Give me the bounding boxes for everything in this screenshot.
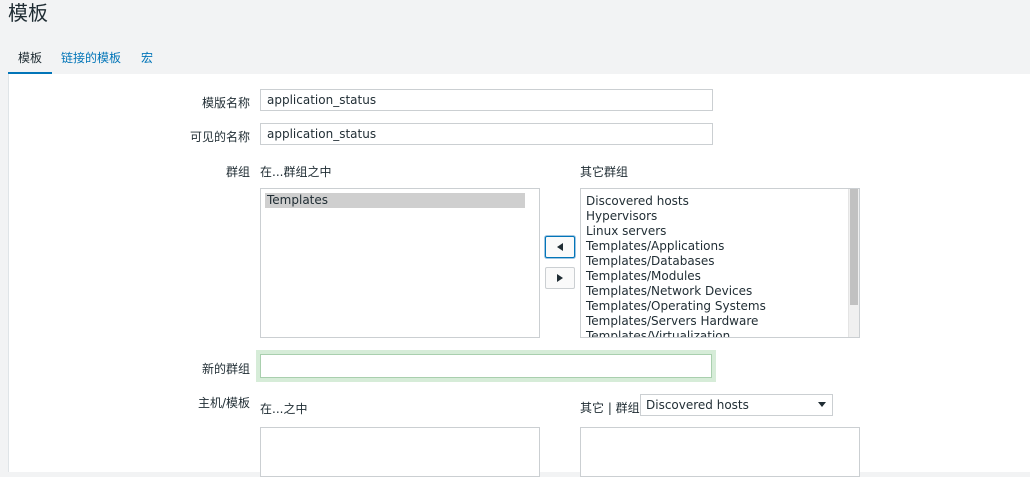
listbox-scrollbar[interactable] bbox=[848, 189, 859, 337]
list-item[interactable]: Templates/Network Devices bbox=[581, 284, 859, 299]
tabs-bar: 模板 链接的模板 宏 bbox=[8, 44, 1030, 75]
list-item[interactable]: Discovered hosts bbox=[581, 194, 859, 209]
scrollbar-thumb[interactable] bbox=[850, 189, 858, 305]
tab-template[interactable]: 模板 bbox=[8, 50, 53, 75]
list-item[interactable]: Linux servers bbox=[581, 224, 859, 239]
tab-macros[interactable]: 宏 bbox=[141, 50, 153, 72]
list-item[interactable]: Templates/Servers Hardware bbox=[581, 314, 859, 329]
hosts-other-group-label: 其它 | 群组 bbox=[580, 401, 640, 415]
list-item[interactable]: Templates/Modules bbox=[581, 269, 859, 284]
chevron-down-icon bbox=[818, 402, 826, 407]
list-item[interactable]: Templates/Virtualization bbox=[581, 329, 859, 337]
hosts-templates-label: 主机/模板 bbox=[197, 396, 250, 410]
move-right-button[interactable] bbox=[545, 267, 575, 289]
hosts-in-label: 在...之中 bbox=[260, 402, 308, 416]
in-groups-label: 在...群组之中 bbox=[260, 165, 332, 179]
other-groups-listbox[interactable]: Discovered hosts Hypervisors Linux serve… bbox=[580, 188, 860, 338]
list-item[interactable]: Hypervisors bbox=[581, 209, 859, 224]
new-group-field-highlight bbox=[256, 350, 716, 382]
list-item[interactable]: Templates/Applications bbox=[581, 239, 859, 254]
list-item[interactable]: Templates/Operating Systems bbox=[581, 299, 859, 314]
new-group-input[interactable] bbox=[260, 354, 712, 378]
group-select[interactable]: Discovered hosts bbox=[640, 394, 833, 416]
template-name-input[interactable] bbox=[260, 89, 713, 111]
in-groups-listbox[interactable]: Templates bbox=[260, 188, 540, 338]
new-group-label: 新的群组 bbox=[201, 362, 250, 376]
group-select-value: Discovered hosts bbox=[646, 398, 749, 412]
page-title: 模板 bbox=[8, 1, 48, 25]
other-groups-label: 其它群组 bbox=[580, 165, 629, 179]
visible-name-label: 可见的名称 bbox=[189, 130, 250, 144]
visible-name-input[interactable] bbox=[260, 123, 713, 145]
groups-label: 群组 bbox=[225, 165, 250, 179]
template-name-label: 模版名称 bbox=[201, 96, 250, 110]
list-item[interactable]: Templates/Databases bbox=[581, 254, 859, 269]
move-left-button[interactable] bbox=[545, 236, 575, 258]
hosts-other-listbox[interactable] bbox=[580, 427, 860, 477]
hosts-in-listbox[interactable] bbox=[260, 427, 540, 477]
arrow-right-icon bbox=[557, 274, 563, 282]
list-item[interactable]: Templates bbox=[265, 193, 525, 208]
tab-linked-templates[interactable]: 链接的模板 bbox=[61, 50, 121, 72]
arrow-left-icon bbox=[557, 243, 563, 251]
